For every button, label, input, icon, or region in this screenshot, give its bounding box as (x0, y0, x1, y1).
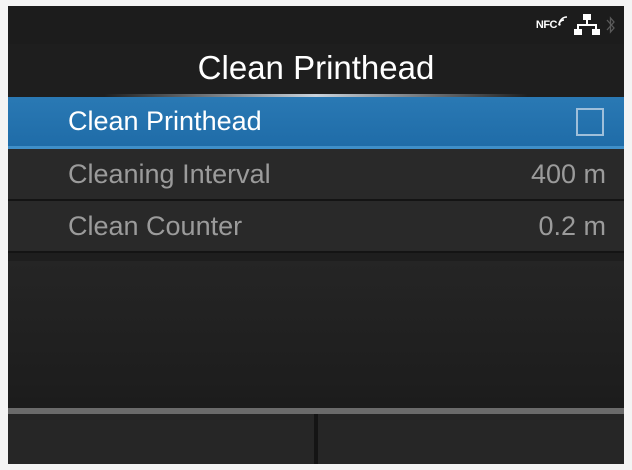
menu-item-cleaning-interval[interactable]: Cleaning Interval 400 m (8, 149, 624, 201)
nfc-icon: NFC (535, 16, 568, 31)
menu-item-label: Clean Printhead (68, 106, 262, 136)
menu-item-clean-counter[interactable]: Clean Counter 0.2 m (8, 201, 624, 253)
nfc-label: NFC (535, 19, 558, 31)
empty-list-area (8, 261, 624, 408)
softkey-bar (8, 408, 624, 464)
menu-item-value: 400 m (530, 158, 606, 189)
bluetooth-icon (606, 16, 615, 34)
page-title: Clean Printhead (197, 49, 435, 86)
network-icon (574, 14, 600, 35)
menu-item-label: Clean Counter (68, 210, 243, 241)
menu-item-value: 0.2 m (538, 210, 606, 241)
softkey-right[interactable] (318, 414, 624, 464)
status-icons: NFC (536, 14, 616, 36)
status-bar: NFC (8, 6, 624, 44)
settings-menu: Clean Printhead Cleaning Interval 400 m … (8, 97, 624, 253)
clean-printhead-checkbox[interactable] (576, 107, 604, 136)
printer-display: NFC Clean Printhead Clean Printhead Clea… (8, 6, 624, 464)
softkey-left[interactable] (8, 414, 318, 464)
menu-item-label: Cleaning Interval (68, 158, 271, 189)
menu-item-clean-printhead[interactable]: Clean Printhead (8, 97, 624, 149)
